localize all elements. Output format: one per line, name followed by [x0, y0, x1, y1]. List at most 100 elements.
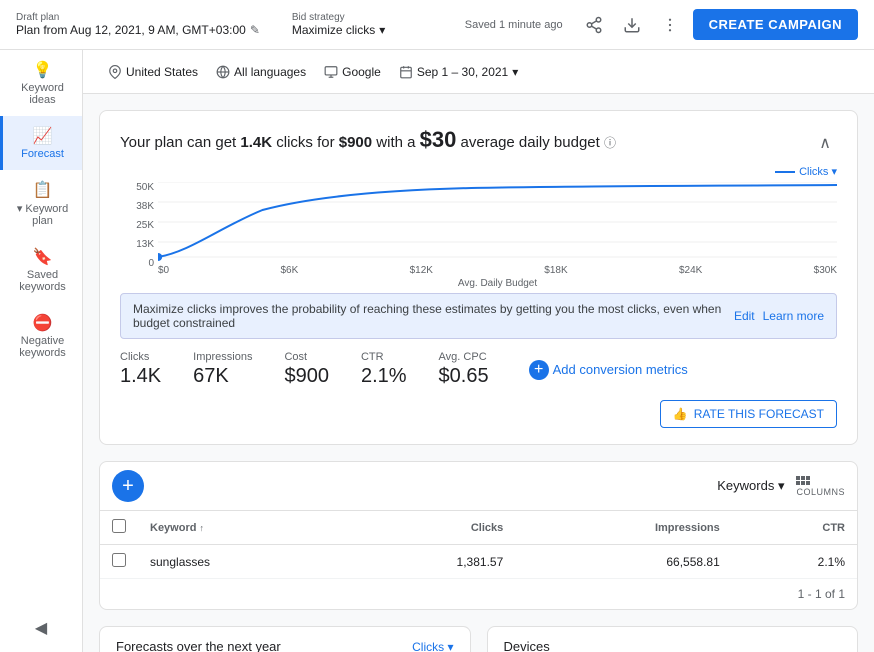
th-clicks[interactable]: Clicks	[343, 511, 515, 545]
sidebar-item-saved-keywords[interactable]: 🔖 Saved keywords	[0, 237, 82, 303]
forecast-card: Your plan can get 1.4K clicks for $900 w…	[99, 110, 858, 445]
clicks-chart-svg	[158, 182, 837, 262]
forecast-icon: 📈	[33, 126, 53, 146]
more-options-button[interactable]	[655, 10, 685, 40]
row-checkbox[interactable]	[100, 545, 138, 579]
sidebar-item-keyword-plan[interactable]: 📋 ▾ Keyword plan	[0, 170, 82, 237]
next-year-title: Forecasts over the next year	[116, 639, 281, 652]
plus-icon: +	[529, 360, 549, 380]
location-label: United States	[126, 65, 198, 79]
select-all-checkbox[interactable]	[112, 519, 126, 533]
metric-avg-cpc: Avg. CPC $0.65	[439, 351, 489, 388]
main-content: Your plan can get 1.4K clicks for $900 w…	[83, 94, 874, 652]
keywords-dropdown[interactable]: Keywords ▾	[717, 478, 784, 494]
th-ctr[interactable]: CTR	[732, 511, 857, 545]
keywords-dropdown-label: Keywords ▾	[717, 478, 784, 494]
draft-name: Plan from Aug 12, 2021, 9 AM, GMT+03:00 …	[16, 23, 260, 37]
devices-title: Devices	[504, 639, 550, 652]
metric-ctr: CTR 2.1%	[361, 351, 407, 388]
devices-title-row: Devices	[504, 639, 842, 652]
learn-more-button[interactable]: Learn more	[763, 309, 824, 323]
chart-legend[interactable]: Clicks ▾	[120, 165, 837, 178]
x-axis: $0 $6K $12K $18K $24K $30K	[158, 265, 837, 276]
bid-dropdown-icon[interactable]: ▾	[379, 23, 385, 37]
ctr-cell: 2.1%	[732, 545, 857, 579]
language-label: All languages	[234, 65, 306, 79]
table-row: sunglasses 1,381.57 66,558.81 2.1%	[100, 545, 857, 579]
card-title-row: Forecasts over the next year Clicks ▾	[116, 639, 454, 652]
kw-toolbar: + Keywords ▾ COLUMNS	[100, 462, 857, 511]
kw-toolbar-right: Keywords ▾ COLUMNS	[717, 476, 845, 497]
filter-bar: United States All languages Google Sep 1…	[83, 50, 874, 94]
checkbox-header	[100, 511, 138, 545]
columns-label: COLUMNS	[796, 487, 845, 497]
table-header-row: Keyword ↑ Clicks Impressions CTR	[100, 511, 857, 545]
date-dropdown-icon: ▾	[512, 65, 518, 79]
sidebar-item-label: Forecast	[21, 148, 64, 160]
download-button[interactable]	[617, 10, 647, 40]
sidebar-item-keyword-ideas[interactable]: 💡 Keyword ideas	[0, 50, 82, 116]
location-filter[interactable]: United States	[99, 60, 207, 84]
legend-line	[775, 171, 795, 173]
draft-info: Draft plan Plan from Aug 12, 2021, 9 AM,…	[16, 12, 260, 37]
th-impressions[interactable]: Impressions	[515, 511, 732, 545]
network-label: Google	[342, 65, 381, 79]
add-keyword-button[interactable]: +	[112, 470, 144, 502]
sidebar-item-forecast[interactable]: 📈 Forecast	[0, 116, 82, 170]
row-select-checkbox[interactable]	[112, 553, 126, 567]
x-axis-label: Avg. Daily Budget	[158, 278, 837, 289]
sidebar-item-negative-keywords[interactable]: ⛔ Negative keywords	[0, 303, 82, 369]
sidebar-item-label: ▾ Keyword plan	[11, 202, 74, 227]
top-nav: Draft plan Plan from Aug 12, 2021, 9 AM,…	[0, 0, 874, 50]
keywords-table: Keyword ↑ Clicks Impressions CTR sunglas…	[100, 511, 857, 579]
forecast-title: Your plan can get 1.4K clicks for $900 w…	[120, 127, 616, 153]
add-conversion-label: Add conversion metrics	[553, 362, 688, 377]
keywords-card: + Keywords ▾ COLUMNS	[99, 461, 858, 610]
info-icon[interactable]: ⓘ	[604, 136, 616, 150]
thumbs-up-icon: 👍	[673, 407, 688, 421]
sidebar-item-label: Negative keywords	[11, 335, 74, 359]
metrics-row: Clicks 1.4K Impressions 67K Cost $900 CT…	[120, 351, 837, 388]
chart-wrapper: 50K 38K 25K 13K 0	[120, 182, 837, 289]
forecast-chart-area: Clicks ▾ 50K 38K 25K 13K 0	[120, 165, 837, 289]
share-button[interactable]	[579, 10, 609, 40]
add-conversion-button[interactable]: + Add conversion metrics	[529, 360, 688, 380]
devices-card: Devices 📱 Mobile phones Tablets Computer…	[487, 626, 859, 652]
edit-icon[interactable]: ✎	[250, 23, 260, 37]
edit-button[interactable]: Edit	[734, 309, 755, 323]
metric-impressions: Impressions 67K	[193, 351, 252, 388]
saved-time: Saved 1 minute ago	[465, 19, 563, 31]
th-keyword[interactable]: Keyword ↑	[138, 511, 343, 545]
info-banner-text: Maximize clicks improves the probability…	[133, 302, 726, 330]
metric-clicks: Clicks 1.4K	[120, 351, 161, 388]
sort-icon: ↑	[200, 523, 205, 533]
daily-budget-highlight: $30	[420, 127, 457, 152]
date-filter[interactable]: Sep 1 – 30, 2021 ▾	[390, 60, 527, 84]
impressions-cell: 66,558.81	[515, 545, 732, 579]
bid-strategy: Bid strategy Maximize clicks ▾	[292, 12, 385, 37]
negative-keywords-icon: ⛔	[33, 313, 53, 333]
bid-label: Bid strategy	[292, 12, 385, 23]
create-campaign-button[interactable]: CREATE CAMPAIGN	[693, 9, 858, 40]
next-year-dropdown[interactable]: Clicks ▾	[412, 640, 453, 652]
forecast-next-year-card: Forecasts over the next year Clicks ▾ 40…	[99, 626, 471, 652]
columns-button[interactable]: COLUMNS	[796, 476, 845, 497]
y-axis: 50K 38K 25K 13K 0	[120, 182, 158, 289]
collapse-button[interactable]: ∧	[813, 127, 837, 159]
clicks-highlight: 1.4K	[240, 134, 272, 151]
cost-highlight: $900	[339, 134, 372, 151]
sidebar-item-label: Keyword ideas	[11, 82, 74, 106]
rate-forecast-button[interactable]: 👍 RATE THIS FORECAST	[660, 400, 837, 428]
network-filter[interactable]: Google	[315, 60, 390, 84]
keyword-cell: sunglasses	[138, 545, 343, 579]
sidebar-collapse-button[interactable]: ◀	[29, 612, 53, 644]
keyword-plan-icon: 📋	[33, 180, 53, 200]
chart-svg-container: $0 $6K $12K $18K $24K $30K Avg. Daily Bu…	[158, 182, 837, 289]
language-filter[interactable]: All languages	[207, 60, 315, 84]
metric-cost: Cost $900	[284, 351, 329, 388]
rate-forecast-row: 👍 RATE THIS FORECAST	[120, 400, 837, 428]
bid-name: Maximize clicks ▾	[292, 23, 385, 37]
sidebar: 💡 Keyword ideas 📈 Forecast 📋 ▾ Keyword p…	[0, 50, 83, 652]
clicks-cell: 1,381.57	[343, 545, 515, 579]
keyword-ideas-icon: 💡	[33, 60, 53, 80]
